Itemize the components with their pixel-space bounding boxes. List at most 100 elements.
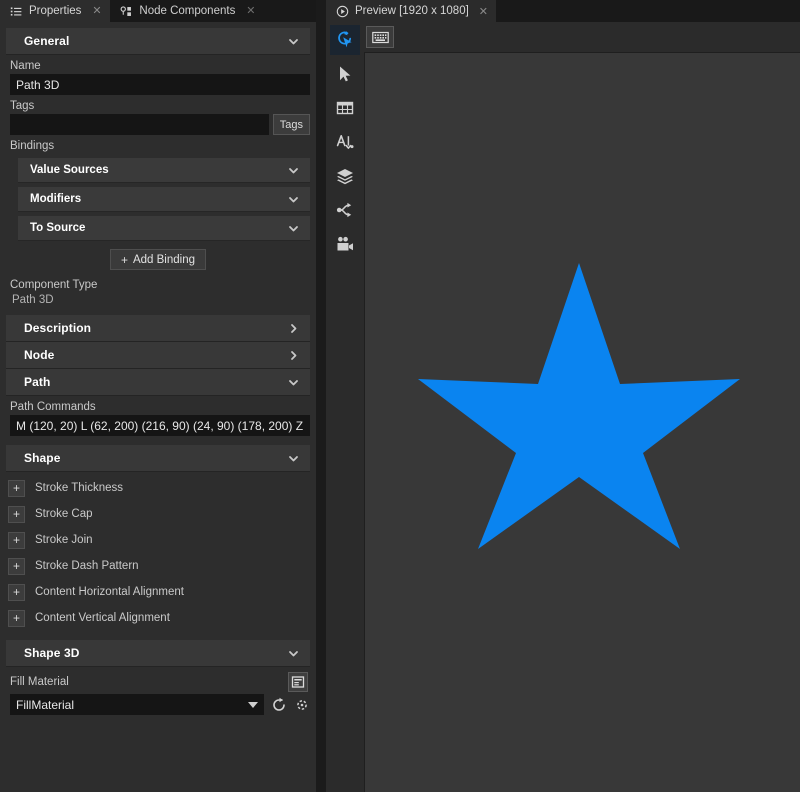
section-modifiers[interactable]: Modifiers: [18, 187, 310, 212]
name-row: [0, 74, 316, 95]
star-path-3d: [418, 263, 740, 549]
chevron-down-icon[interactable]: [287, 376, 300, 389]
section-general-title: General: [24, 34, 70, 48]
list-icon: [10, 5, 23, 18]
tags-label: Tags: [10, 100, 35, 112]
section-description[interactable]: Description: [6, 315, 310, 342]
fill-material-dropdown[interactable]: FillMaterial: [10, 694, 264, 715]
chevron-down-icon[interactable]: [287, 35, 300, 48]
play-circle-icon: [336, 5, 349, 18]
tags-input[interactable]: [10, 114, 269, 135]
add-binding-label: Add Binding: [132, 253, 196, 266]
path-commands-input[interactable]: [10, 415, 310, 436]
shape-property-row: + Stroke Thickness: [0, 475, 316, 501]
bindings-group: Value Sources Modifiers To Source: [0, 158, 316, 241]
section-value-sources[interactable]: Value Sources: [18, 158, 310, 183]
shape-property-label: Content Vertical Alignment: [35, 612, 170, 624]
section-to-source[interactable]: To Source: [18, 216, 310, 241]
plus-icon: +: [120, 252, 128, 267]
fill-material-row: FillMaterial: [0, 694, 316, 715]
panel-splitter[interactable]: [316, 0, 326, 792]
node-graph-tool[interactable]: [330, 195, 360, 225]
section-shape[interactable]: Shape: [6, 445, 310, 472]
path-commands-label: Path Commands: [10, 401, 96, 413]
section-shape-3d[interactable]: Shape 3D: [6, 640, 310, 667]
fill-material-label-row: Fill Material: [0, 667, 316, 694]
application-window: Properties ✕ Node Components ✕ General N…: [0, 0, 800, 792]
layers-tool[interactable]: [330, 161, 360, 191]
chevron-down-icon[interactable]: [287, 452, 300, 465]
section-node[interactable]: Node: [6, 342, 310, 369]
properties-content: General Name Tags Tags Bindings Value So…: [0, 22, 316, 792]
pointer-tool[interactable]: [330, 59, 360, 89]
tab-preview[interactable]: Preview [1920 x 1080] ✕: [326, 0, 497, 22]
section-description-title: Description: [24, 321, 92, 335]
tab-properties[interactable]: Properties ✕: [0, 0, 111, 22]
name-input[interactable]: [10, 74, 310, 95]
shape-property-row: + Stroke Cap: [0, 501, 316, 527]
shape-property-row: + Content Horizontal Alignment: [0, 579, 316, 605]
preview-toolbar: [326, 22, 364, 792]
properties-panel: Properties ✕ Node Components ✕ General N…: [0, 0, 316, 792]
tags-button[interactable]: Tags: [272, 114, 310, 135]
target-icon[interactable]: [294, 697, 310, 713]
chevron-down-icon: [248, 701, 258, 708]
section-value-sources-title: Value Sources: [30, 164, 109, 176]
fill-material-value: FillMaterial: [16, 697, 75, 712]
component-type-label: Component Type: [10, 279, 98, 291]
shape-properties-list: + Stroke Thickness + Stroke Cap + Stroke…: [0, 472, 316, 631]
click-select-tool[interactable]: [330, 25, 360, 55]
section-path[interactable]: Path: [6, 369, 310, 396]
add-binding-row: + Add Binding: [0, 241, 316, 274]
chevron-right-icon[interactable]: [287, 349, 300, 362]
add-binding-button[interactable]: + Add Binding: [109, 249, 207, 270]
add-stroke-join-button[interactable]: +: [8, 531, 25, 549]
fill-material-label: Fill Material: [10, 676, 69, 688]
add-content-horizontal-alignment-button[interactable]: +: [8, 583, 25, 601]
shape-property-label: Stroke Thickness: [35, 482, 123, 494]
chevron-down-icon[interactable]: [287, 164, 300, 177]
close-icon[interactable]: ✕: [245, 5, 256, 17]
close-icon[interactable]: ✕: [91, 5, 102, 17]
camera-tool[interactable]: [330, 229, 360, 259]
tab-preview-label: Preview [1920 x 1080]: [355, 5, 469, 17]
shape-property-label: Stroke Join: [35, 534, 93, 546]
preview-tab-bar: Preview [1920 x 1080] ✕: [326, 0, 800, 22]
node-graph-icon: [120, 5, 133, 18]
section-general[interactable]: General: [6, 28, 310, 55]
section-path-title: Path: [24, 375, 51, 389]
shape-property-row: + Stroke Dash Pattern: [0, 553, 316, 579]
section-node-title: Node: [24, 348, 55, 362]
section-modifiers-title: Modifiers: [30, 193, 82, 205]
preview-panel: Preview [1920 x 1080] ✕: [326, 0, 800, 792]
add-stroke-dash-pattern-button[interactable]: +: [8, 557, 25, 575]
component-type-value: Path 3D: [12, 294, 54, 306]
section-shape-3d-title: Shape 3D: [24, 646, 80, 660]
open-material-editor-button[interactable]: [288, 672, 308, 692]
preview-body: [326, 22, 800, 792]
text-tool[interactable]: [330, 127, 360, 157]
preview-canvas[interactable]: [364, 52, 800, 792]
close-icon[interactable]: ✕: [479, 5, 488, 18]
preview-top-strip: [364, 22, 800, 52]
shape-property-row: + Stroke Join: [0, 527, 316, 553]
keyboard-icon[interactable]: [366, 26, 394, 48]
reset-icon[interactable]: [271, 697, 287, 713]
left-tab-bar: Properties ✕ Node Components ✕: [0, 0, 316, 22]
path-commands-row: [0, 415, 316, 436]
add-stroke-cap-button[interactable]: +: [8, 505, 25, 523]
tags-row: Tags: [0, 114, 316, 135]
shape-property-label: Content Horizontal Alignment: [35, 586, 184, 598]
tab-node-components[interactable]: Node Components ✕: [110, 0, 265, 22]
name-label: Name: [10, 60, 41, 72]
add-content-vertical-alignment-button[interactable]: +: [8, 609, 25, 627]
chevron-right-icon[interactable]: [287, 322, 300, 335]
chevron-down-icon[interactable]: [287, 647, 300, 660]
section-to-source-title: To Source: [30, 222, 86, 234]
bindings-label: Bindings: [10, 140, 55, 152]
grid-tool[interactable]: [330, 93, 360, 123]
chevron-down-icon[interactable]: [287, 222, 300, 235]
add-stroke-thickness-button[interactable]: +: [8, 479, 25, 497]
chevron-down-icon[interactable]: [287, 193, 300, 206]
shape-property-label: Stroke Cap: [35, 508, 93, 520]
